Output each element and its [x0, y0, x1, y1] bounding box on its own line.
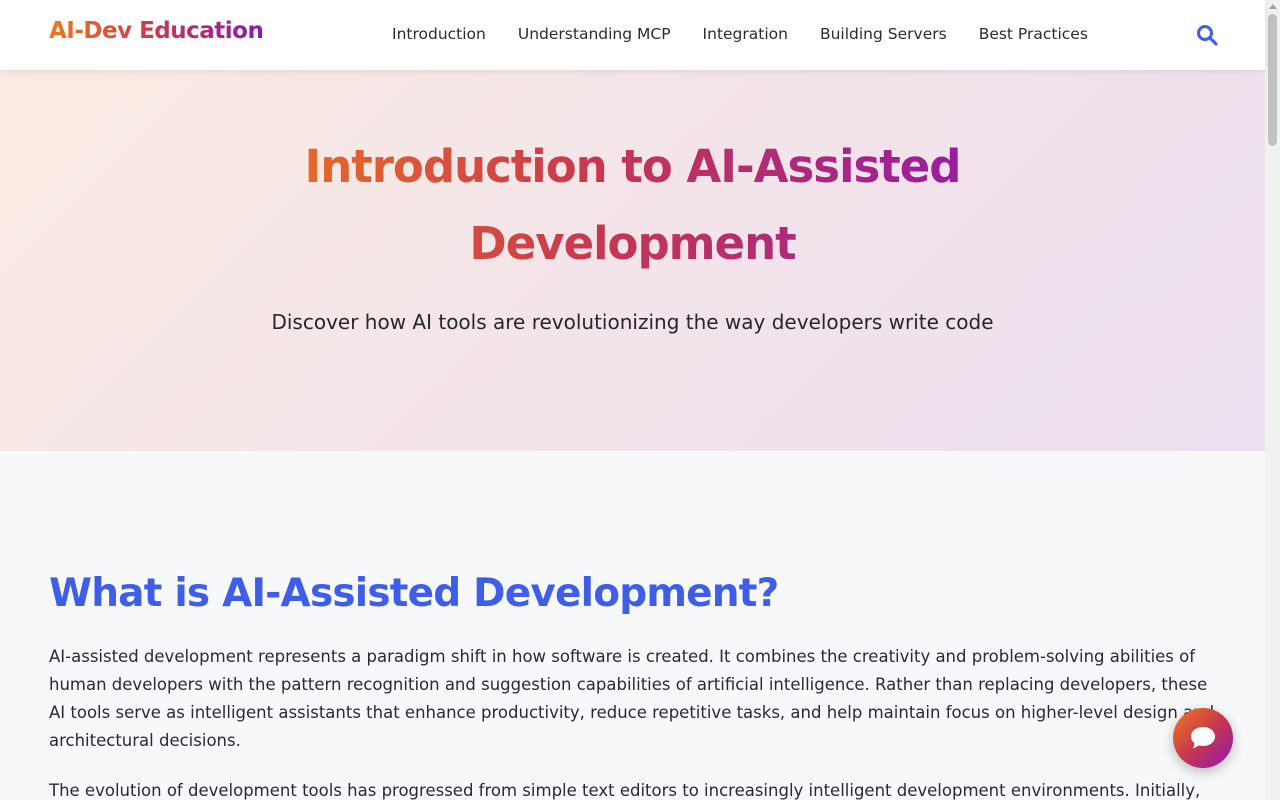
nav-introduction[interactable]: Introduction	[392, 25, 486, 43]
hero-subtitle: Discover how AI tools are revolutionizin…	[271, 310, 994, 334]
scroll-up-arrow-icon[interactable]	[1269, 4, 1277, 9]
paragraph: The evolution of development tools has p…	[49, 781, 1201, 800]
section-heading: What is AI-Assisted Development?	[49, 571, 779, 616]
chat-button[interactable]	[1173, 708, 1233, 768]
nav-best-practices[interactable]: Best Practices	[979, 25, 1088, 43]
main-content: What is AI-Assisted Development? AI-assi…	[0, 451, 1265, 800]
main-nav: Introduction Understanding MCP Integrati…	[392, 25, 1120, 43]
paragraph: AI-assisted development represents a par…	[49, 647, 1215, 750]
search-icon[interactable]	[1195, 23, 1219, 47]
top-header: AI-Dev Education Introduction Understand…	[0, 0, 1265, 70]
site-logo[interactable]: AI-Dev Education	[49, 18, 264, 44]
nav-building-servers[interactable]: Building Servers	[820, 25, 947, 43]
hero-title: Introduction to AI-Assisted Development	[200, 128, 1065, 282]
hero-section: Introduction to AI-Assisted Development …	[0, 70, 1265, 451]
scrollbar-thumb[interactable]	[1268, 14, 1277, 146]
nav-understanding-mcp[interactable]: Understanding MCP	[518, 25, 671, 43]
chat-bubble-icon	[1191, 727, 1215, 749]
nav-integration[interactable]: Integration	[703, 25, 788, 43]
